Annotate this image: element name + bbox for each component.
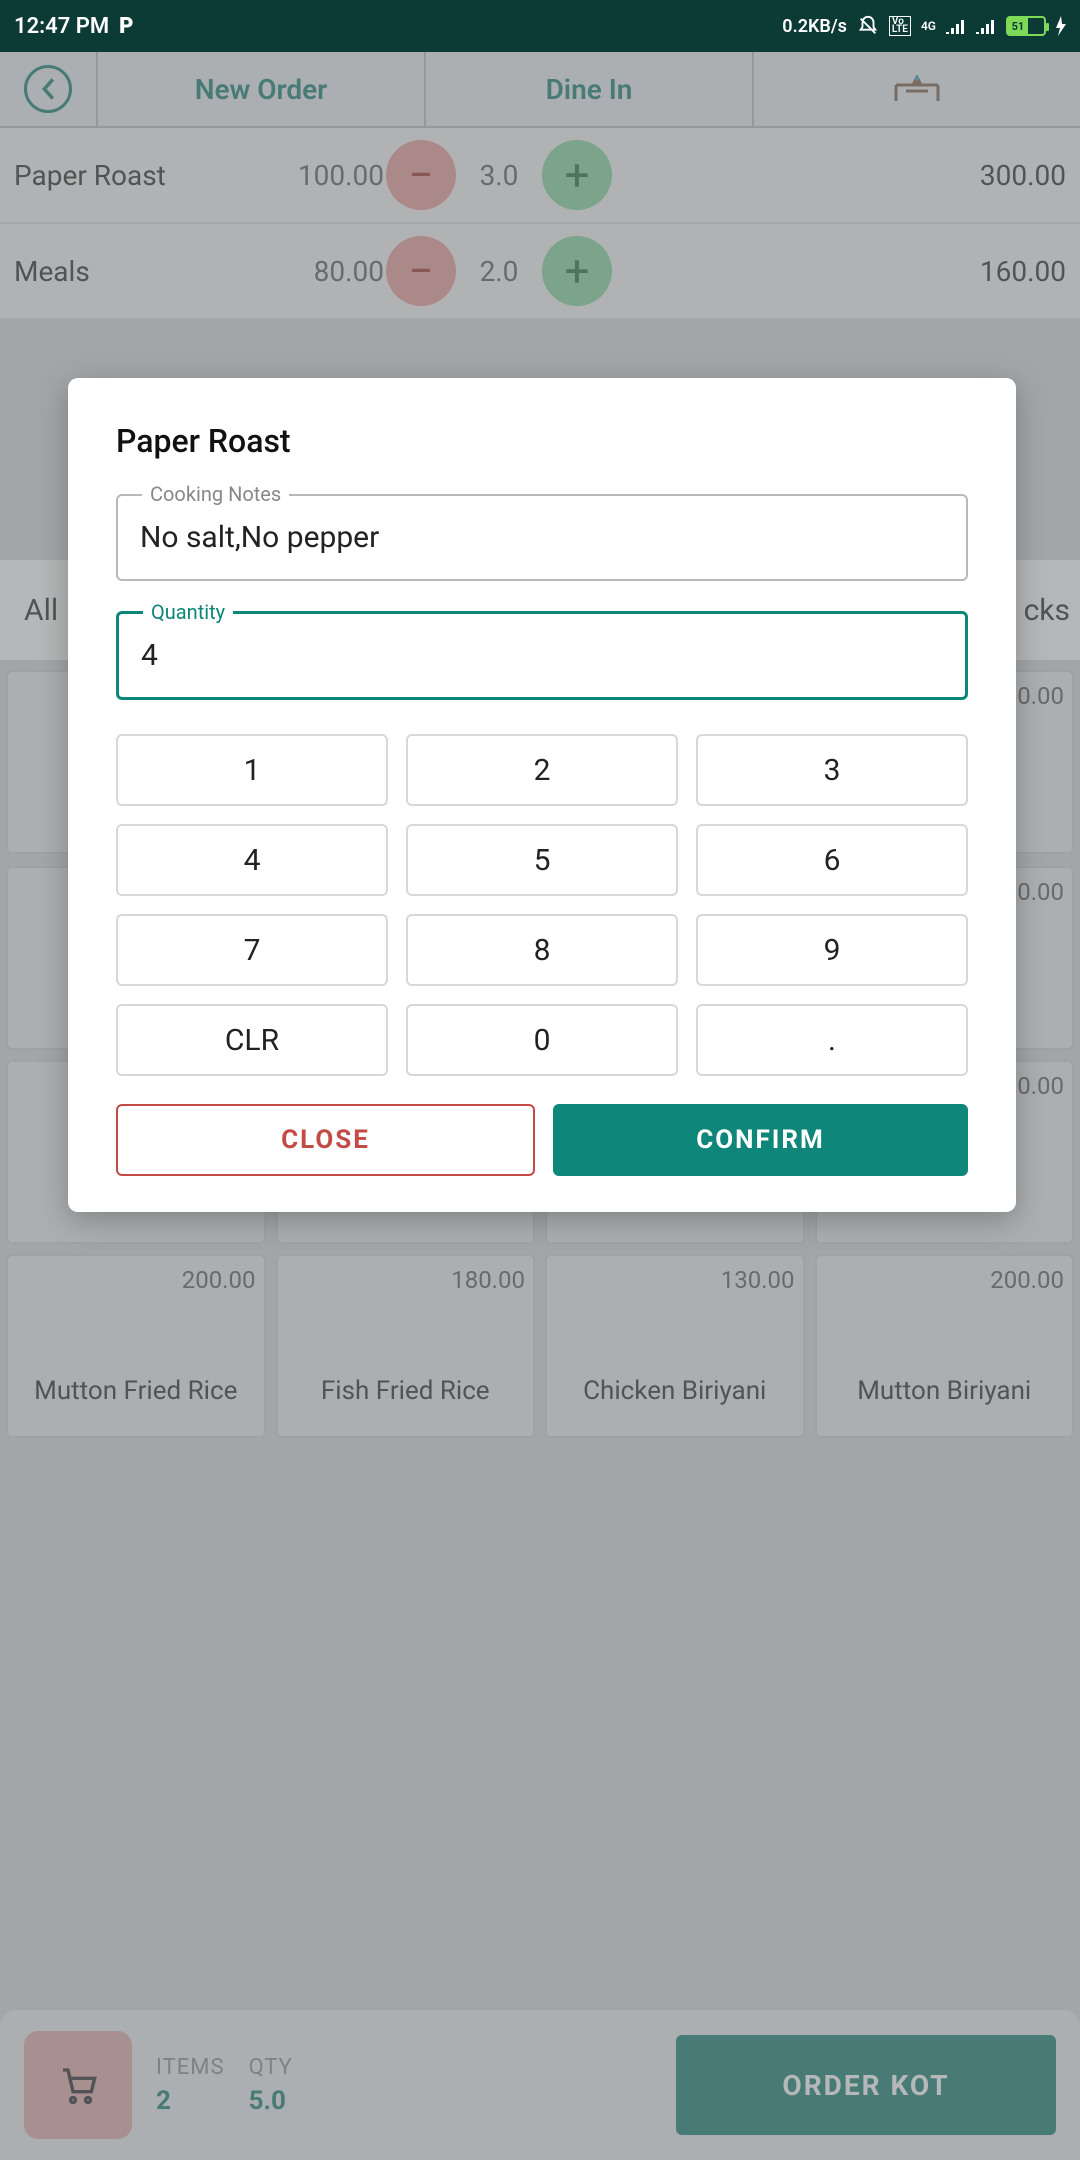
net-speed: 0.2KB/s <box>782 16 847 37</box>
key-4[interactable]: 4 <box>116 824 388 896</box>
key-3[interactable]: 3 <box>696 734 968 806</box>
cooking-notes-legend: Cooking Notes <box>142 482 289 506</box>
android-status-bar: 12:47 PM P 0.2KB/s VoLTE 4G 51 <box>0 0 1080 52</box>
battery-icon: 51 <box>1006 16 1046 36</box>
close-label: CLOSE <box>281 1125 370 1155</box>
network-type: 4G <box>921 19 936 33</box>
key-5[interactable]: 5 <box>406 824 678 896</box>
quantity-legend: Quantity <box>143 600 233 624</box>
item-edit-dialog: Paper Roast Cooking Notes No salt,No pep… <box>68 378 1016 1212</box>
clock: 12:47 PM <box>14 14 109 39</box>
cooking-notes-value: No salt,No pepper <box>140 520 944 555</box>
confirm-label: CONFIRM <box>696 1125 825 1155</box>
key-clear[interactable]: CLR <box>116 1004 388 1076</box>
cooking-notes-field[interactable]: Cooking Notes No salt,No pepper <box>116 494 968 581</box>
volte-icon: VoLTE <box>889 16 911 36</box>
parking-icon: P <box>119 14 133 39</box>
key-7[interactable]: 7 <box>116 914 388 986</box>
quantity-field[interactable]: Quantity 4 <box>116 611 968 700</box>
key-2[interactable]: 2 <box>406 734 678 806</box>
key-6[interactable]: 6 <box>696 824 968 896</box>
close-button[interactable]: CLOSE <box>116 1104 535 1176</box>
battery-percent: 51 <box>1008 18 1028 34</box>
dialog-title: Paper Roast <box>116 422 968 460</box>
quantity-value: 4 <box>141 638 943 673</box>
dialog-actions: CLOSE CONFIRM <box>116 1104 968 1176</box>
numeric-keypad: 1 2 3 4 5 6 7 8 9 CLR 0 . <box>116 734 968 1076</box>
signal-icon-2 <box>976 18 996 34</box>
key-0[interactable]: 0 <box>406 1004 678 1076</box>
key-dot[interactable]: . <box>696 1004 968 1076</box>
key-8[interactable]: 8 <box>406 914 678 986</box>
key-9[interactable]: 9 <box>696 914 968 986</box>
dnd-icon <box>857 15 879 37</box>
signal-icon <box>946 18 966 34</box>
key-1[interactable]: 1 <box>116 734 388 806</box>
charging-icon <box>1056 16 1066 36</box>
confirm-button[interactable]: CONFIRM <box>553 1104 968 1176</box>
